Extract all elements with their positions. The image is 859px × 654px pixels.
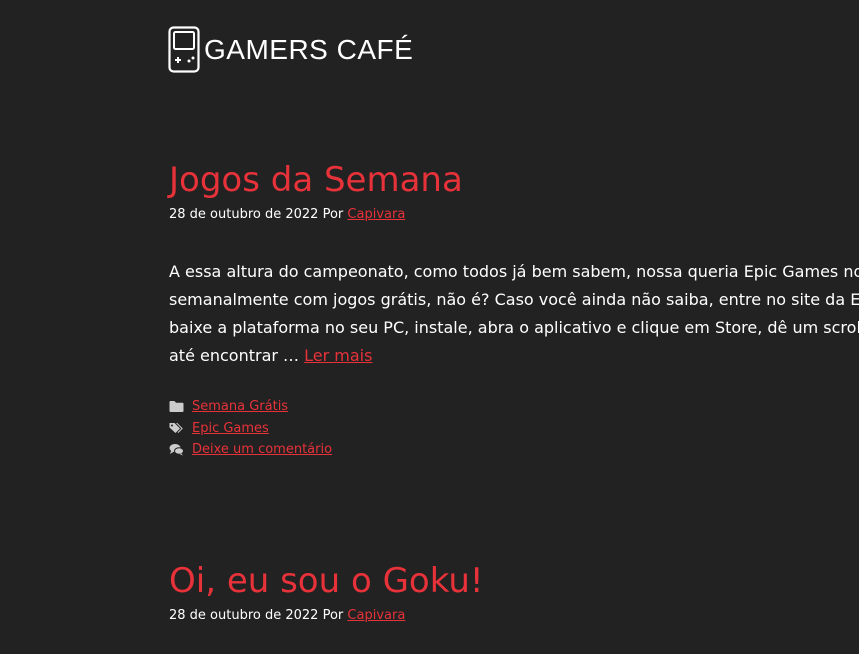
post-category: Semana Grátis	[169, 396, 859, 418]
post-article: Jogos da Semana 28 de outubro de 2022 Po…	[169, 160, 859, 460]
post-date: 28 de outubro de 2022	[169, 206, 319, 222]
post-author-link[interactable]: Capivara	[347, 608, 405, 623]
post-comments: Deixe um comentário	[169, 439, 859, 461]
post-title[interactable]: Jogos da Semana	[169, 160, 859, 201]
post-by: Por	[322, 607, 344, 623]
folder-icon	[169, 401, 184, 413]
tag-link[interactable]: Epic Games	[192, 421, 269, 436]
page: GAMERS CAFÉ Jogos da Semana 28 de outubr…	[0, 0, 859, 654]
excerpt-line: baixe a plataforma no seu PC, instale, a…	[169, 317, 859, 337]
post-author-link[interactable]: Capivara	[347, 207, 405, 222]
post-footer: Semana Grátis Epic Games Deixe um coment…	[169, 396, 859, 461]
post-meta: 28 de outubro de 2022 Por Capivara	[169, 608, 859, 623]
excerpt-line: até encontrar …	[169, 345, 300, 365]
read-more-link[interactable]: Ler mais	[304, 346, 372, 365]
post-title[interactable]: Oi, eu sou o Goku!	[169, 561, 859, 602]
excerpt-line-last: até encontrar … Ler mais	[169, 342, 859, 370]
post-meta: 28 de outubro de 2022 Por Capivara	[169, 207, 859, 222]
site-logo[interactable]: GAMERS CAFÉ	[168, 26, 413, 73]
excerpt-line: semanalmente com jogos grátis, não é? Ca…	[169, 289, 859, 309]
category-link[interactable]: Semana Grátis	[192, 399, 288, 414]
excerpt-line: A essa altura do campeonato, como todos …	[169, 261, 859, 281]
post-by: Por	[322, 206, 344, 222]
tags-icon	[169, 422, 183, 433]
post-article: Oi, eu sou o Goku! 28 de outubro de 2022…	[169, 561, 859, 623]
post-tags: Epic Games	[169, 417, 859, 439]
site-brand: GAMERS CAFÉ	[204, 33, 414, 65]
post-excerpt: A essa altura do campeonato, como todos …	[169, 258, 859, 370]
post-date: 28 de outubro de 2022	[169, 607, 319, 623]
comments-icon	[169, 444, 184, 456]
gameboy-icon	[168, 26, 200, 73]
comment-link[interactable]: Deixe um comentário	[192, 442, 332, 457]
